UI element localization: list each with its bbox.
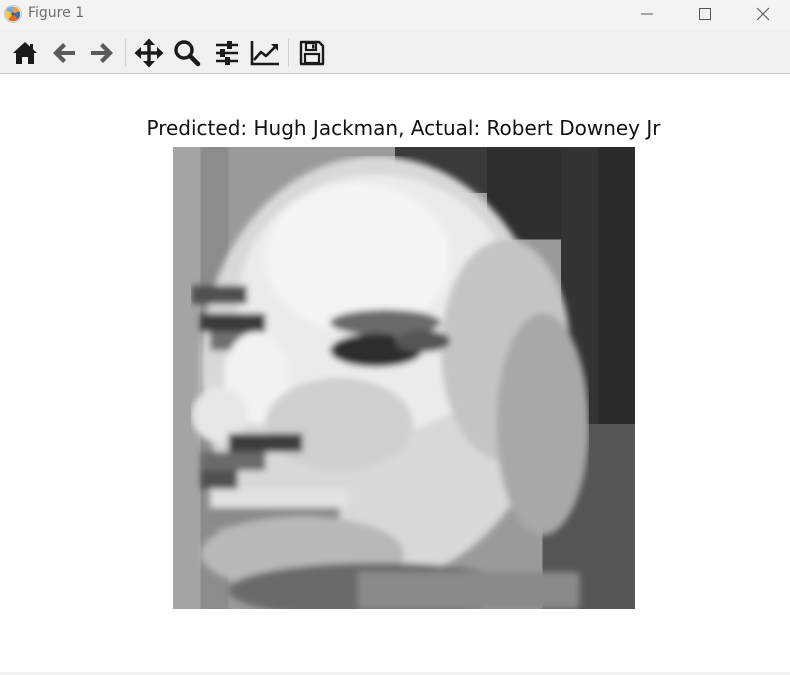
forward-button[interactable] [86, 37, 118, 69]
move-icon [134, 38, 164, 68]
sliders-icon [216, 41, 238, 65]
configure-subplots-button[interactable] [211, 37, 243, 69]
close-icon [756, 7, 770, 21]
maximize-icon [699, 8, 711, 20]
plot-title: Predicted: Hugh Jackman, Actual: Robert … [146, 116, 661, 140]
pan-button[interactable] [133, 37, 165, 69]
save-button[interactable] [296, 37, 328, 69]
matplotlib-logo-icon [4, 5, 22, 23]
toolbar-separator [288, 39, 289, 67]
zoom-button[interactable] [171, 37, 203, 69]
magnifier-icon [174, 40, 201, 67]
grayscale-face-image [173, 147, 635, 609]
figure-canvas[interactable]: Predicted: Hugh Jackman, Actual: Robert … [0, 74, 790, 675]
window-title: Figure 1 [28, 5, 85, 21]
line-chart-icon [250, 41, 279, 66]
edit-axis-button[interactable] [249, 37, 281, 69]
minimize-icon [641, 13, 653, 15]
close-button[interactable] [734, 0, 790, 28]
title-bar: Figure 1 [0, 0, 790, 30]
arrow-right-icon [91, 43, 113, 63]
figure-window: Figure 1 Predicted: Hugh Jackman, Actual… [0, 0, 790, 675]
floppy-icon [299, 40, 325, 66]
maximize-button[interactable] [676, 0, 734, 28]
home-icon [13, 42, 37, 64]
toolbar-separator [125, 39, 126, 67]
navigation-toolbar [0, 30, 790, 74]
home-button[interactable] [9, 37, 41, 69]
back-button[interactable] [48, 37, 80, 69]
minimize-button[interactable] [618, 0, 676, 28]
arrow-left-icon [53, 43, 75, 63]
